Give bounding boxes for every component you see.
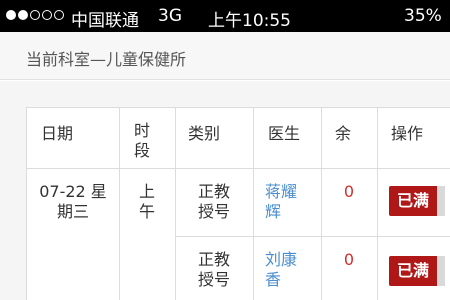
doctor-name-1[interactable]: 蒋耀: [265, 182, 297, 202]
full-button[interactable]: 已满: [389, 186, 445, 216]
remaining-count: 0: [343, 182, 355, 201]
header-period-1: 时: [134, 121, 151, 140]
row-date-1: 07-22 星: [39, 182, 107, 201]
doctor-name-2[interactable]: 香: [265, 270, 281, 290]
header-type: 类别: [188, 124, 221, 143]
carrier-name: 中国联通: [71, 11, 139, 31]
status-bar: 中国联通 3G 上午10:55 35%: [0, 0, 450, 32]
schedule-area: 日期 时 段 类别 医生 余 操作 07-22 星 期三 上午 正教 授号 蒋耀…: [0, 81, 450, 300]
doctor-name-1[interactable]: 刘康: [265, 250, 297, 270]
header-period-2: 段: [134, 141, 151, 160]
department-header: 当前科室—儿童保健所: [0, 32, 450, 80]
row-type-1: 正教: [197, 250, 230, 269]
schedule-table: 日期 时 段 类别 医生 余 操作 07-22 星 期三 上午 正教 授号 蒋耀…: [26, 107, 450, 300]
signal-strength-icon: [6, 10, 64, 20]
header-action: 操作: [391, 124, 424, 143]
row-type-2: 授号: [197, 202, 230, 221]
remaining-count: 0: [343, 250, 355, 269]
clock: 上午10:55: [208, 11, 291, 31]
network-type: 3G: [158, 6, 182, 26]
doctor-name-2[interactable]: 辉: [265, 202, 281, 222]
row-date-2: 期三: [56, 202, 89, 221]
row-period: 上午: [138, 182, 155, 221]
battery-level: 35%: [404, 6, 442, 26]
row-type-1: 正教: [197, 182, 230, 201]
header-remaining: 余: [335, 124, 352, 143]
row-type-2: 授号: [197, 270, 230, 289]
department-label: 当前科室—儿童保健所: [26, 50, 187, 69]
header-date: 日期: [41, 124, 74, 143]
header-doctor: 医生: [268, 124, 301, 143]
full-button[interactable]: 已满: [389, 256, 445, 286]
